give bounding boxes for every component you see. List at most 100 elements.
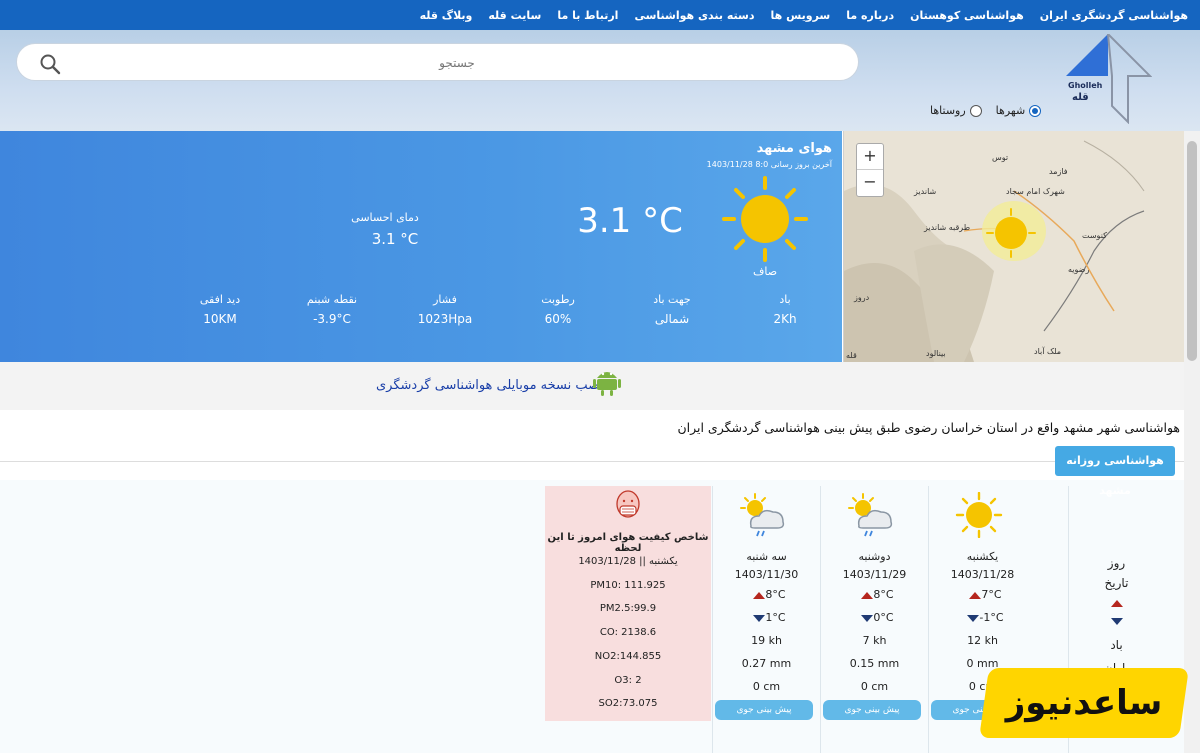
forecast-rain: 0.15 mm bbox=[849, 657, 900, 670]
map-place-label: کنوست bbox=[1082, 231, 1107, 240]
max-temp-icon bbox=[861, 591, 874, 599]
stat-visibility-value: 10KM bbox=[203, 312, 237, 326]
label-max-icon bbox=[1069, 596, 1164, 610]
radio-villages-dot[interactable] bbox=[969, 104, 982, 117]
stat-wind-label: باد bbox=[779, 293, 791, 306]
zoom-in-button[interactable]: + bbox=[857, 144, 883, 170]
map-place-label: طرقبه شاندیز bbox=[924, 223, 971, 232]
stat-wind-value: 2Kh bbox=[773, 312, 797, 326]
map-place-label: ملک آباد bbox=[1034, 347, 1062, 356]
nav-item-about[interactable]: درباره ما bbox=[846, 9, 894, 22]
search-input[interactable] bbox=[77, 50, 837, 76]
map-place-label: بینالود bbox=[926, 349, 946, 358]
forecast-min: 1°C bbox=[713, 611, 820, 624]
radio-cities-label: شهرها bbox=[995, 104, 1026, 117]
nav-item-services[interactable]: سرویس ها bbox=[770, 9, 830, 22]
forecast-snow: 0 cm bbox=[752, 680, 781, 693]
forecast-day-3: سه شنبه 1403/11/30 8°C 1°C 19 kh 0.27 mm… bbox=[712, 486, 820, 753]
nav-item-categories[interactable]: دسته بندی هواشناسی bbox=[634, 9, 754, 22]
logo-text-fa: قله bbox=[1072, 92, 1089, 103]
forecast-max-value: 8°C bbox=[765, 588, 786, 601]
daily-weather-button[interactable]: هواشناسی روزانه مشهد bbox=[1055, 446, 1175, 497]
map-place-label: دروز bbox=[854, 293, 870, 302]
city-description: هواشناسی شهر مشهد واقع در استان خراسان ر… bbox=[677, 420, 1180, 435]
logo-text: Gholleh bbox=[1068, 81, 1103, 90]
feels-like-value: 3.1 °C bbox=[371, 230, 419, 248]
nav-item-gholleh-blog[interactable]: وبلاگ قله bbox=[420, 9, 473, 22]
max-temp-icon bbox=[969, 591, 982, 599]
search-box bbox=[16, 43, 859, 81]
forecast-max: 7°C bbox=[929, 588, 1036, 601]
current-temperature: 3.1 °C bbox=[577, 201, 683, 241]
aqi-o3: O3: 2 bbox=[614, 675, 642, 686]
stat-wind-direction: جهت باد شمالی bbox=[632, 293, 712, 326]
stat-wind-direction-label: جهت باد bbox=[653, 293, 691, 306]
nav-item-gholleh-site[interactable]: سایت قله bbox=[488, 9, 541, 22]
sun-icon bbox=[722, 176, 808, 262]
map-place-label: قله bbox=[846, 351, 857, 360]
condition-text: صاف bbox=[752, 265, 778, 278]
label-day: روز bbox=[1107, 556, 1126, 570]
radio-villages-label: روستاها bbox=[930, 104, 966, 117]
min-temp-icon bbox=[753, 614, 766, 622]
map-place-label: شهرک امام سجاد bbox=[1006, 187, 1065, 196]
stat-dew-point-value: -3.9°C bbox=[313, 312, 351, 326]
forecast-max: 8°C bbox=[821, 588, 928, 601]
forecast-max-value: 8°C bbox=[873, 588, 894, 601]
partly-cloudy-rain-icon bbox=[848, 493, 893, 537]
label-date: تاریخ bbox=[1104, 576, 1129, 590]
page-scrollbar[interactable] bbox=[1184, 131, 1200, 753]
radio-cities-dot[interactable] bbox=[1029, 104, 1042, 117]
stat-wind-direction-value: شمالی bbox=[654, 312, 690, 326]
city-map[interactable]: توس فازمد شاندیز شهرک امام سجاد طرقبه شا… bbox=[843, 131, 1184, 362]
nav-item-contact[interactable]: ارتباط با ما bbox=[557, 9, 618, 22]
nav-item-mountain-weather[interactable]: هواشناسی کوهستان bbox=[910, 9, 1024, 22]
stat-humidity-value: 60% bbox=[544, 312, 572, 326]
scrollbar-thumb[interactable] bbox=[1187, 141, 1197, 361]
top-nav: هواشناسی گردشگری ایران هواشناسی کوهستان … bbox=[0, 0, 1200, 30]
map-place-label: رضویه bbox=[1068, 265, 1090, 274]
forecast-date: 1403/11/28 bbox=[950, 568, 1015, 581]
location-type-radios: شهرها روستاها bbox=[930, 104, 1042, 117]
watermark-logo: ساعدنیوز bbox=[979, 668, 1189, 738]
forecast-min-value: -1°C bbox=[979, 611, 1004, 624]
forecast-date: 1403/11/29 bbox=[842, 568, 907, 581]
nav-item-tourism-weather[interactable]: هواشناسی گردشگری ایران bbox=[1040, 9, 1188, 22]
section-divider bbox=[0, 461, 1184, 462]
forecast-details-button[interactable]: پیش بینی جوی bbox=[823, 700, 921, 720]
watermark-text: ساعدنیوز bbox=[1005, 683, 1163, 723]
max-temp-icon bbox=[1110, 600, 1123, 607]
forecast-wind: 12 kh bbox=[967, 634, 998, 647]
last-updated: آخرین بروز رسانی 8:0 1403/11/28 bbox=[706, 160, 832, 169]
map-terrain bbox=[844, 140, 1145, 362]
forecast-day-2: دوشنبه 1403/11/29 8°C 0°C 7 kh 0.15 mm 0… bbox=[820, 486, 928, 753]
search-icon[interactable] bbox=[39, 53, 61, 75]
stat-dew-point: نقطه شبنم -3.9°C bbox=[292, 293, 372, 326]
label-wind: باد bbox=[1110, 638, 1123, 652]
stat-dew-point-label: نقطه شبنم bbox=[306, 293, 358, 306]
current-weather-panel: هوای مشهد آخرین بروز رسانی 8:0 1403/11/2… bbox=[0, 131, 842, 362]
zoom-out-button[interactable]: − bbox=[857, 170, 883, 196]
forecast-snow: 0 cm bbox=[860, 680, 889, 693]
forecast-wind: 19 kh bbox=[751, 634, 782, 647]
map-place-label: شاندیز bbox=[914, 187, 937, 196]
forecast-min: -1°C bbox=[929, 611, 1036, 624]
city-title: هوای مشهد bbox=[756, 141, 832, 156]
stat-humidity-label: رطوبت bbox=[541, 293, 575, 306]
forecast-min: 0°C bbox=[821, 611, 928, 624]
header: Gholleh قله شهرها روستاها bbox=[0, 30, 1200, 131]
radio-cities[interactable]: شهرها bbox=[996, 104, 1042, 117]
sun-icon bbox=[955, 492, 1003, 538]
app-install-link[interactable]: نصب نسخه موبایلی هواشناسی گردشگری bbox=[376, 378, 603, 393]
forecast-wind: 7 kh bbox=[862, 634, 887, 647]
aqi-pm10: PM10: 111.925 bbox=[590, 580, 666, 591]
gholleh-logo[interactable]: Gholleh قله bbox=[1062, 34, 1152, 124]
aqi-title: شاخص کیفیت هوای امروز تا این لحظه bbox=[547, 532, 709, 554]
android-icon[interactable] bbox=[593, 366, 621, 396]
radio-villages[interactable]: روستاها bbox=[930, 104, 982, 117]
min-temp-icon bbox=[1110, 618, 1123, 625]
stat-pressure-label: فشار bbox=[433, 293, 457, 306]
forecast-details-button[interactable]: پیش بینی جوی bbox=[715, 700, 813, 720]
map-place-label: فازمد bbox=[1049, 167, 1068, 176]
face-mask-icon bbox=[616, 490, 640, 518]
